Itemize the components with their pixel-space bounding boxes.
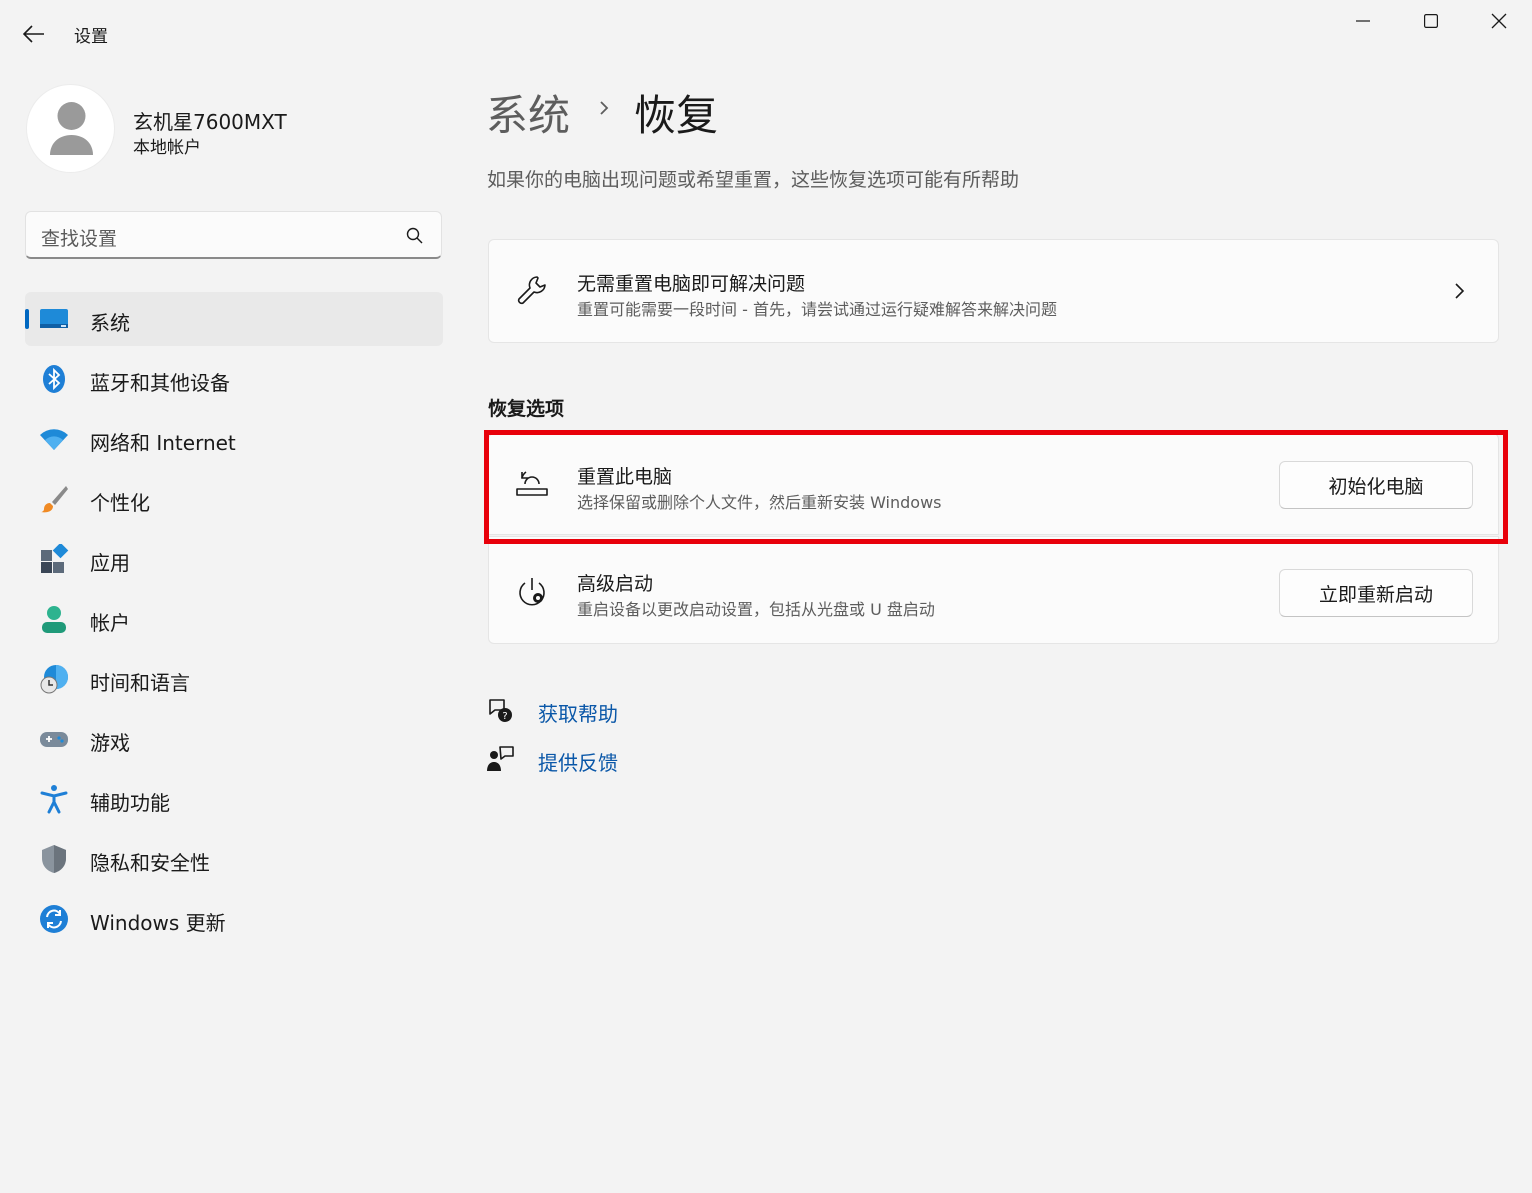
sidebar-item-label: 隐私和安全性 xyxy=(90,851,210,875)
sidebar-item-apps[interactable]: 应用 xyxy=(25,532,443,586)
sidebar-item-privacy[interactable]: 隐私和安全性 xyxy=(25,832,443,886)
sidebar-item-label: 个性化 xyxy=(90,491,150,515)
sidebar-item-windows-update[interactable]: Windows 更新 xyxy=(25,892,443,946)
brush-icon xyxy=(41,486,68,513)
bluetooth-icon xyxy=(43,365,65,393)
update-icon xyxy=(40,905,68,933)
back-button[interactable] xyxy=(14,14,54,54)
sidebar-item-label: 系统 xyxy=(90,311,130,335)
sidebar-item-network[interactable]: 网络和 Internet xyxy=(25,412,443,466)
active-indicator xyxy=(25,309,29,329)
sidebar-item-label: 辅助功能 xyxy=(90,791,170,815)
app-title: 设置 xyxy=(74,27,108,47)
page-subtitle: 如果你的电脑出现问题或希望重置，这些恢复选项可能有所帮助 xyxy=(487,169,1020,191)
reset-pc-card: 重置此电脑 选择保留或删除个人文件，然后重新安装 Windows 初始化电脑 xyxy=(488,433,1499,535)
sidebar-item-label: 帐户 xyxy=(90,611,130,635)
svg-text:?: ? xyxy=(502,711,507,722)
sidebar-item-label: 游戏 xyxy=(90,731,130,755)
troubleshoot-card[interactable]: 无需重置电脑即可解决问题 重置可能需要一段时间 - 首先，请尝试通过运行疑难解答… xyxy=(488,239,1499,343)
advanced-startup-card: 高级启动 重启设备以更改启动设置，包括从光盘或 U 盘启动 立即重新启动 xyxy=(488,536,1499,644)
sidebar-item-gaming[interactable]: 游戏 xyxy=(25,712,443,766)
reset-pc-description: 选择保留或删除个人文件，然后重新安装 Windows xyxy=(577,493,942,512)
sidebar-nav: 系统 蓝牙和其他设备 网络和 Internet 个性化 应用 帐户 时间和语言 … xyxy=(25,292,443,952)
avatar xyxy=(26,84,115,173)
account-icon xyxy=(42,606,66,633)
sidebar-item-label: 蓝牙和其他设备 xyxy=(90,371,230,395)
reset-pc-title: 重置此电脑 xyxy=(577,466,673,488)
close-icon xyxy=(1491,13,1506,29)
reset-pc-icon xyxy=(516,471,548,496)
user-silhouette-icon xyxy=(50,102,93,155)
sidebar-item-label: 网络和 Internet xyxy=(90,431,236,455)
sidebar-item-label: 应用 xyxy=(90,551,130,575)
maximize-icon xyxy=(1423,14,1438,28)
sidebar-item-personalization[interactable]: 个性化 xyxy=(25,472,443,526)
sidebar-item-accessibility[interactable]: 辅助功能 xyxy=(25,772,443,826)
section-title: 恢复选项 xyxy=(488,398,565,420)
search-placeholder: 查找设置 xyxy=(41,228,118,250)
breadcrumb-parent[interactable]: 系统 xyxy=(486,82,570,143)
advanced-startup-title: 高级启动 xyxy=(577,573,654,595)
system-icon xyxy=(40,309,68,328)
apps-icon xyxy=(41,544,69,573)
wrench-icon xyxy=(517,276,546,305)
help-chat-icon: ? xyxy=(489,699,512,722)
shield-icon xyxy=(42,845,66,873)
minimize-button[interactable] xyxy=(1328,0,1397,42)
search-input[interactable]: 查找设置 xyxy=(25,211,442,259)
reset-pc-button[interactable]: 初始化电脑 xyxy=(1279,461,1473,509)
wifi-icon xyxy=(40,429,68,450)
troubleshoot-description: 重置可能需要一段时间 - 首先，请尝试通过运行疑难解答来解决问题 xyxy=(577,300,1057,319)
advanced-startup-icon xyxy=(519,578,545,606)
sidebar-item-label: Windows 更新 xyxy=(90,911,226,935)
account-type: 本地帐户 xyxy=(133,138,201,158)
search-icon[interactable] xyxy=(405,226,425,246)
restart-now-button[interactable]: 立即重新启动 xyxy=(1279,569,1473,617)
accessibility-icon xyxy=(40,785,68,814)
feedback-icon xyxy=(487,746,514,771)
close-button[interactable] xyxy=(1464,0,1532,42)
sidebar-item-bluetooth[interactable]: 蓝牙和其他设备 xyxy=(25,352,443,406)
sidebar-item-accounts[interactable]: 帐户 xyxy=(25,592,443,646)
back-arrow-icon xyxy=(23,25,44,43)
profile-name: 玄机星7600MXT xyxy=(133,110,287,134)
sidebar-item-label: 时间和语言 xyxy=(90,671,190,695)
gamepad-icon xyxy=(40,732,68,747)
get-help-label: 获取帮助 xyxy=(538,702,618,726)
maximize-button[interactable] xyxy=(1396,0,1465,42)
troubleshoot-title: 无需重置电脑即可解决问题 xyxy=(577,273,806,295)
minimize-icon xyxy=(1355,20,1370,22)
chevron-right-icon xyxy=(600,101,609,115)
page-title: 恢复 xyxy=(634,91,719,140)
title-bar: 设置 xyxy=(0,0,1532,66)
sidebar-item-system[interactable]: 系统 xyxy=(25,292,443,346)
advanced-startup-description: 重启设备以更改启动设置，包括从光盘或 U 盘启动 xyxy=(577,600,935,619)
feedback-label: 提供反馈 xyxy=(538,751,618,775)
chevron-right-icon xyxy=(1455,283,1465,299)
time-language-icon xyxy=(40,665,68,694)
sidebar-item-time-language[interactable]: 时间和语言 xyxy=(25,652,443,706)
user-profile[interactable]: 玄机星7600MXT 本地帐户 xyxy=(26,84,446,174)
